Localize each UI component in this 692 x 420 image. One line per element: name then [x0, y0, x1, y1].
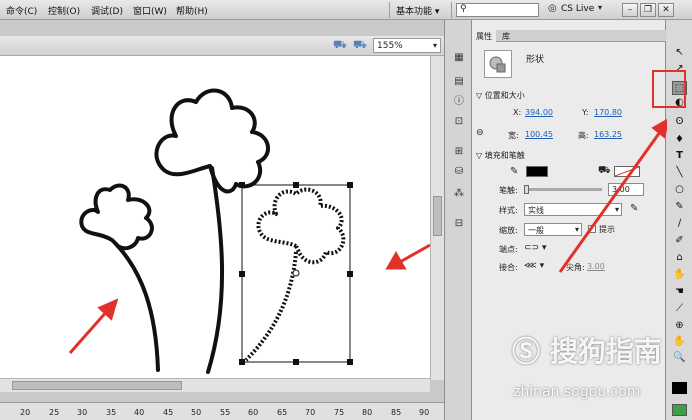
cs-live-icon: ◎ — [548, 3, 557, 14]
menu-debug[interactable]: 调试(D) — [91, 4, 123, 17]
watermark-logo: Ⓢ 搜狗指南 — [512, 330, 662, 370]
watermark-brand: 搜狗指南 — [549, 335, 662, 368]
ruler-tick: 40 — [134, 408, 145, 417]
hand-tool-icon[interactable]: ✋ — [672, 335, 687, 349]
vertical-scrollbar[interactable] — [430, 56, 444, 380]
zoom-select[interactable]: 155% ▾ — [373, 38, 441, 53]
ruler-tick: 55 — [220, 408, 231, 417]
highlight-box — [652, 70, 686, 108]
panel-dock: ▦ ▤ ⓘ ⊡ ⊞ ⛁ ⁂ ⊟ — [444, 20, 472, 420]
menu-control[interactable]: 控制(O) — [48, 4, 80, 17]
horizontal-scrollbar[interactable] — [0, 378, 430, 392]
search-input[interactable]: ⚲ — [456, 3, 539, 17]
search-icon: ⚲ — [460, 4, 467, 14]
ruler-tick: 75 — [334, 408, 345, 417]
camera-tool-icon[interactable]: ⊕ — [672, 319, 687, 333]
arrow-line — [399, 243, 431, 264]
paint-bucket-tool-icon[interactable]: ✋ — [672, 268, 687, 282]
ruler-tick: 65 — [277, 408, 288, 417]
transform-panel-icon[interactable]: ⊡ — [451, 114, 467, 130]
close-button[interactable]: ✕ — [658, 3, 674, 17]
components-panel-icon[interactable]: ⊞ — [451, 144, 467, 160]
resize-handle — [293, 359, 299, 365]
menu-bar: 命令(C) 控制(O) 调试(D) 窗口(W) 帮助(H) 基本功能 ▾ ⚲ ◎… — [0, 0, 692, 20]
ruler-tick: 70 — [305, 408, 316, 417]
line-tool-icon[interactable]: ╲ — [672, 166, 687, 180]
align-panel-icon[interactable]: ▦ — [451, 50, 467, 66]
chevron-down-icon: ▾ — [432, 41, 437, 50]
scroll-thumb[interactable] — [433, 196, 442, 236]
ruler-tick: 85 — [391, 408, 402, 417]
selection-tool-icon[interactable]: ↖ — [672, 46, 687, 60]
selected-flower-stem — [244, 251, 298, 362]
info-panel-icon[interactable]: ⓘ — [451, 94, 467, 110]
resize-handle — [347, 359, 353, 365]
library-panel-icon[interactable]: ⛁ — [451, 164, 467, 180]
bone-tool-icon[interactable]: ⌂ — [672, 251, 687, 265]
ruler-tick: 30 — [77, 408, 88, 417]
resize-handle — [239, 182, 245, 188]
menu-window[interactable]: 窗口(W) — [133, 4, 167, 17]
resize-handle — [239, 359, 245, 365]
watermark-url: zhinan.sogou.com — [513, 384, 641, 400]
menu-separator — [451, 2, 452, 18]
transform-point — [292, 269, 300, 277]
oval-tool-icon[interactable]: ○ — [672, 183, 687, 197]
menu-separator — [389, 2, 390, 18]
drawing — [68, 88, 431, 374]
color-panel-icon[interactable]: ▤ — [451, 74, 467, 90]
zoom-tool-icon[interactable]: 🔍 — [672, 351, 687, 365]
ruler-tick: 80 — [362, 408, 373, 417]
big-flower-stem — [206, 166, 225, 374]
workspace-switcher[interactable]: 基本功能 ▾ — [396, 4, 439, 17]
pencil-tool-icon[interactable]: ✎ — [672, 200, 687, 214]
red-annotation-arrows — [68, 243, 431, 354]
arrow-head — [385, 250, 407, 270]
restore-button[interactable]: ❐ — [640, 3, 656, 17]
arrow-line — [68, 309, 110, 354]
stage-canvas[interactable] — [0, 56, 431, 378]
zoom-value: 155% — [377, 41, 403, 51]
eraser-tool-icon[interactable]: ⟋ — [672, 302, 687, 316]
selected-flower-petals — [256, 187, 346, 265]
stroke-color-tool[interactable] — [672, 382, 687, 394]
sogou-icon: Ⓢ — [512, 335, 541, 368]
ruler-tick: 35 — [106, 408, 117, 417]
eyedropper-tool-icon[interactable]: ☚ — [672, 285, 687, 299]
chevron-down-icon[interactable]: ▾ — [598, 3, 602, 12]
pen-tool-icon[interactable]: ♦ — [672, 133, 687, 147]
fill-color-tool[interactable] — [672, 404, 687, 416]
small-flower-stem — [114, 242, 160, 372]
ruler-tick: 50 — [191, 408, 202, 417]
edit-scene-icon[interactable]: ⛟ — [333, 38, 347, 53]
resize-handle — [347, 182, 353, 188]
resize-handle — [347, 271, 353, 277]
brush-tool-icon[interactable]: ∕ — [672, 217, 687, 231]
lasso-tool-icon[interactable]: ʘ — [672, 115, 687, 129]
menu-help[interactable]: 帮助(H) — [176, 4, 208, 17]
scroll-thumb[interactable] — [12, 381, 182, 390]
edit-symbol-icon[interactable]: ⛟ — [353, 38, 367, 53]
ruler-tick: 20 — [20, 408, 31, 417]
timeline-ruler[interactable]: 20 25 30 35 40 45 50 55 60 65 70 75 80 8… — [0, 402, 444, 420]
text-tool-icon[interactable]: T — [672, 149, 687, 163]
ruler-tick: 45 — [163, 408, 174, 417]
code-snippets-icon[interactable]: ⊟ — [451, 216, 467, 232]
cs-live-button[interactable]: CS Live — [561, 4, 594, 14]
motion-presets-icon[interactable]: ⁂ — [451, 186, 467, 202]
deco-tool-icon[interactable]: ✐ — [672, 234, 687, 248]
small-flower-petals — [79, 183, 154, 251]
menu-command[interactable]: 命令(C) — [6, 4, 37, 17]
minimize-button[interactable]: – — [622, 3, 638, 17]
ruler-tick: 90 — [419, 408, 430, 417]
resize-handle — [293, 182, 299, 188]
ruler-tick: 60 — [248, 408, 259, 417]
ruler-tick: 25 — [49, 408, 60, 417]
resize-handle — [239, 271, 245, 277]
